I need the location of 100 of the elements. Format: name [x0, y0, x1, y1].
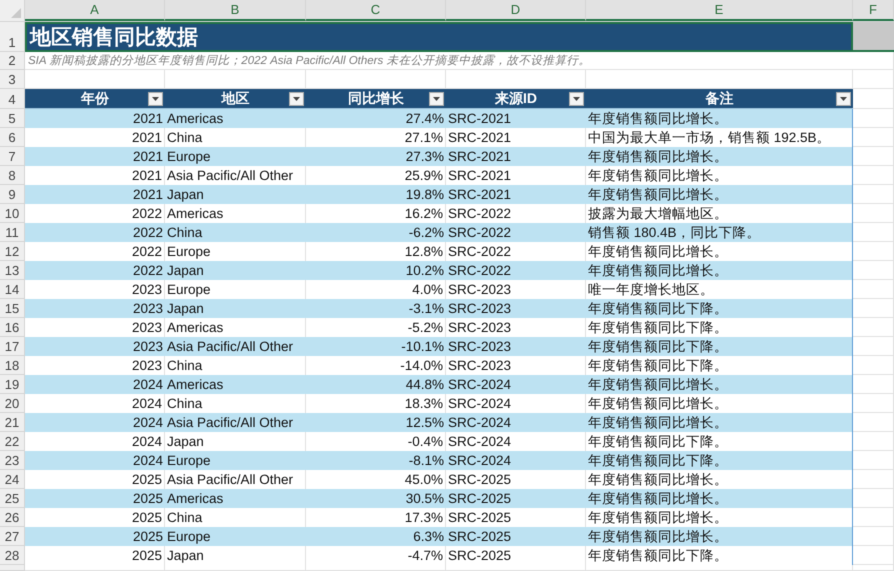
table-cell: 19.8%: [306, 185, 446, 204]
row-header[interactable]: 9: [0, 185, 25, 204]
table-cell: Europe: [165, 527, 306, 546]
column-header[interactable]: B: [165, 0, 306, 21]
table-cell: SRC-2023: [446, 318, 586, 337]
table-cell: SRC-2024: [446, 375, 586, 394]
note-text: SIA 新闻稿披露的分地区年度销售同比；2022 Asia Pacific/All Others 未在公开摘要中披露，故不设推算行。: [25, 52, 853, 70]
table-cell: 2024: [25, 413, 165, 432]
table-cell: Japan: [165, 432, 306, 451]
row-header[interactable]: 12: [0, 242, 25, 261]
table-cell: SRC-2022: [446, 223, 586, 242]
empty-cell: [853, 52, 894, 70]
table-cell: 27.4%: [306, 109, 446, 128]
table-cell: 2022: [25, 261, 165, 280]
row-header[interactable]: 20: [0, 394, 25, 413]
row-header[interactable]: 19: [0, 375, 25, 394]
table-cell: -8.1%: [306, 451, 446, 470]
column-header[interactable]: F: [853, 0, 894, 21]
column-header[interactable]: C: [306, 0, 446, 21]
column-header[interactable]: A: [25, 0, 165, 21]
row-header[interactable]: 25: [0, 489, 25, 508]
caret-icon: [152, 97, 159, 101]
table-cell: 44.8%: [306, 375, 446, 394]
table-cell: 年度销售额同比增长。: [586, 394, 853, 413]
table-cell: 年度销售额同比下降。: [586, 546, 853, 565]
caret-icon: [293, 97, 300, 101]
filter-dropdown-button[interactable]: [569, 92, 584, 106]
column-heading: 年份: [81, 90, 109, 108]
row-header[interactable]: 18: [0, 356, 25, 375]
table-cell: -6.2%: [306, 223, 446, 242]
column-heading: 同比增长: [348, 90, 404, 108]
row-header[interactable]: 28: [0, 546, 25, 565]
table-cell: Americas: [165, 318, 306, 337]
row-header[interactable]: 6: [0, 128, 25, 147]
table-cell: 2021: [25, 147, 165, 166]
row-header[interactable]: 13: [0, 261, 25, 280]
table-cell: 年度销售额同比下降。: [586, 432, 853, 451]
row-header[interactable]: 26: [0, 508, 25, 527]
table-cell: 2023: [25, 299, 165, 318]
row-header[interactable]: 22: [0, 432, 25, 451]
table-cell: Japan: [165, 185, 306, 204]
table-cell: SRC-2021: [446, 147, 586, 166]
table-cell: Americas: [165, 489, 306, 508]
table-cell: -10.1%: [306, 337, 446, 356]
row-header[interactable]: 17: [0, 337, 25, 356]
row-header[interactable]: 2: [0, 52, 25, 70]
row-header[interactable]: 10: [0, 204, 25, 223]
table-cell: SRC-2023: [446, 337, 586, 356]
table-cell: 年度销售额同比增长。: [586, 508, 853, 527]
table-cell: 12.5%: [306, 413, 446, 432]
row-header[interactable]: 11: [0, 223, 25, 242]
row-header[interactable]: 4: [0, 89, 25, 109]
row-header[interactable]: 24: [0, 470, 25, 489]
table-cell: 年度销售额同比下降。: [586, 318, 853, 337]
table-cell: China: [165, 223, 306, 242]
table-cell: Europe: [165, 147, 306, 166]
table-cell: Japan: [165, 261, 306, 280]
table-cell: SRC-2021: [446, 109, 586, 128]
table-cell: 中国为最大单一市场，销售额 192.5B。: [586, 128, 853, 147]
empty-cell: [853, 70, 894, 89]
filter-dropdown-button[interactable]: [429, 92, 444, 106]
row-header[interactable]: 16: [0, 318, 25, 337]
row-header[interactable]: 8: [0, 166, 25, 185]
row-header[interactable]: 27: [0, 527, 25, 546]
table-cell: 2021: [25, 185, 165, 204]
table-cell: Asia Pacific/All Other: [165, 413, 306, 432]
filter-dropdown-button[interactable]: [148, 92, 163, 106]
table-cell: 2025: [25, 527, 165, 546]
table-cell: Asia Pacific/All Other: [165, 166, 306, 185]
table-cell: 年度销售额同比增长。: [586, 527, 853, 546]
table-cell: 27.3%: [306, 147, 446, 166]
row-header[interactable]: 3: [0, 70, 25, 89]
table-cell: 年度销售额同比增长。: [586, 166, 853, 185]
row-header[interactable]: 1: [0, 22, 25, 52]
table-cell: 年度销售额同比增长。: [586, 185, 853, 204]
row-header[interactable]: 14: [0, 280, 25, 299]
table-cell: 年度销售额同比增长。: [586, 470, 853, 489]
row-header[interactable]: 7: [0, 147, 25, 166]
column-header[interactable]: E: [586, 0, 853, 21]
table-cell: SRC-2023: [446, 280, 586, 299]
table-cell: SRC-2023: [446, 356, 586, 375]
table-cell: SRC-2025: [446, 489, 586, 508]
table-cell: SRC-2025: [446, 508, 586, 527]
row-header[interactable]: 23: [0, 451, 25, 470]
filter-dropdown-button[interactable]: [289, 92, 304, 106]
table-cell: SRC-2024: [446, 394, 586, 413]
table-cell: Japan: [165, 299, 306, 318]
row-header[interactable]: 15: [0, 299, 25, 318]
table-cell: SRC-2021: [446, 166, 586, 185]
table-cell: 2024: [25, 451, 165, 470]
sheet-title: 地区销售同比数据: [25, 22, 853, 52]
column-header[interactable]: D: [446, 0, 586, 21]
table-cell: SRC-2025: [446, 470, 586, 489]
filter-dropdown-button[interactable]: [836, 92, 851, 106]
row-header[interactable]: 5: [0, 109, 25, 128]
table-cell: Europe: [165, 242, 306, 261]
table-cell: -3.1%: [306, 299, 446, 318]
table-cell: SRC-2022: [446, 261, 586, 280]
row-header[interactable]: 21: [0, 413, 25, 432]
table-cell: 年度销售额同比增长。: [586, 375, 853, 394]
